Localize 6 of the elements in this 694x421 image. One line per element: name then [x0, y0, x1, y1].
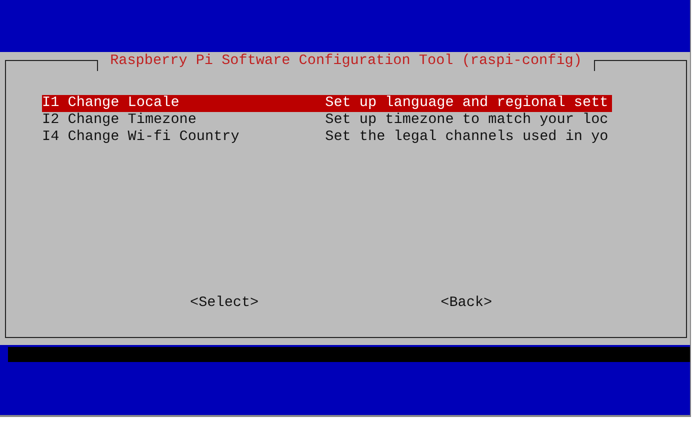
menu-item[interactable]: I2 Change Timezone Set up timezone to match your loc — [42, 112, 612, 129]
dialog-button[interactable]: <Select> — [190, 295, 259, 311]
dialog-button[interactable]: <Back> — [440, 295, 492, 311]
menu-item[interactable]: I4 Change Wi-fi Country Set the legal channels used in yo — [42, 129, 612, 146]
dialog-title: Raspberry Pi Software Configuration Tool (raspi-config) — [109, 54, 583, 68]
menu-item[interactable]: I1 Change Locale Set up language and regional sett — [42, 95, 612, 112]
